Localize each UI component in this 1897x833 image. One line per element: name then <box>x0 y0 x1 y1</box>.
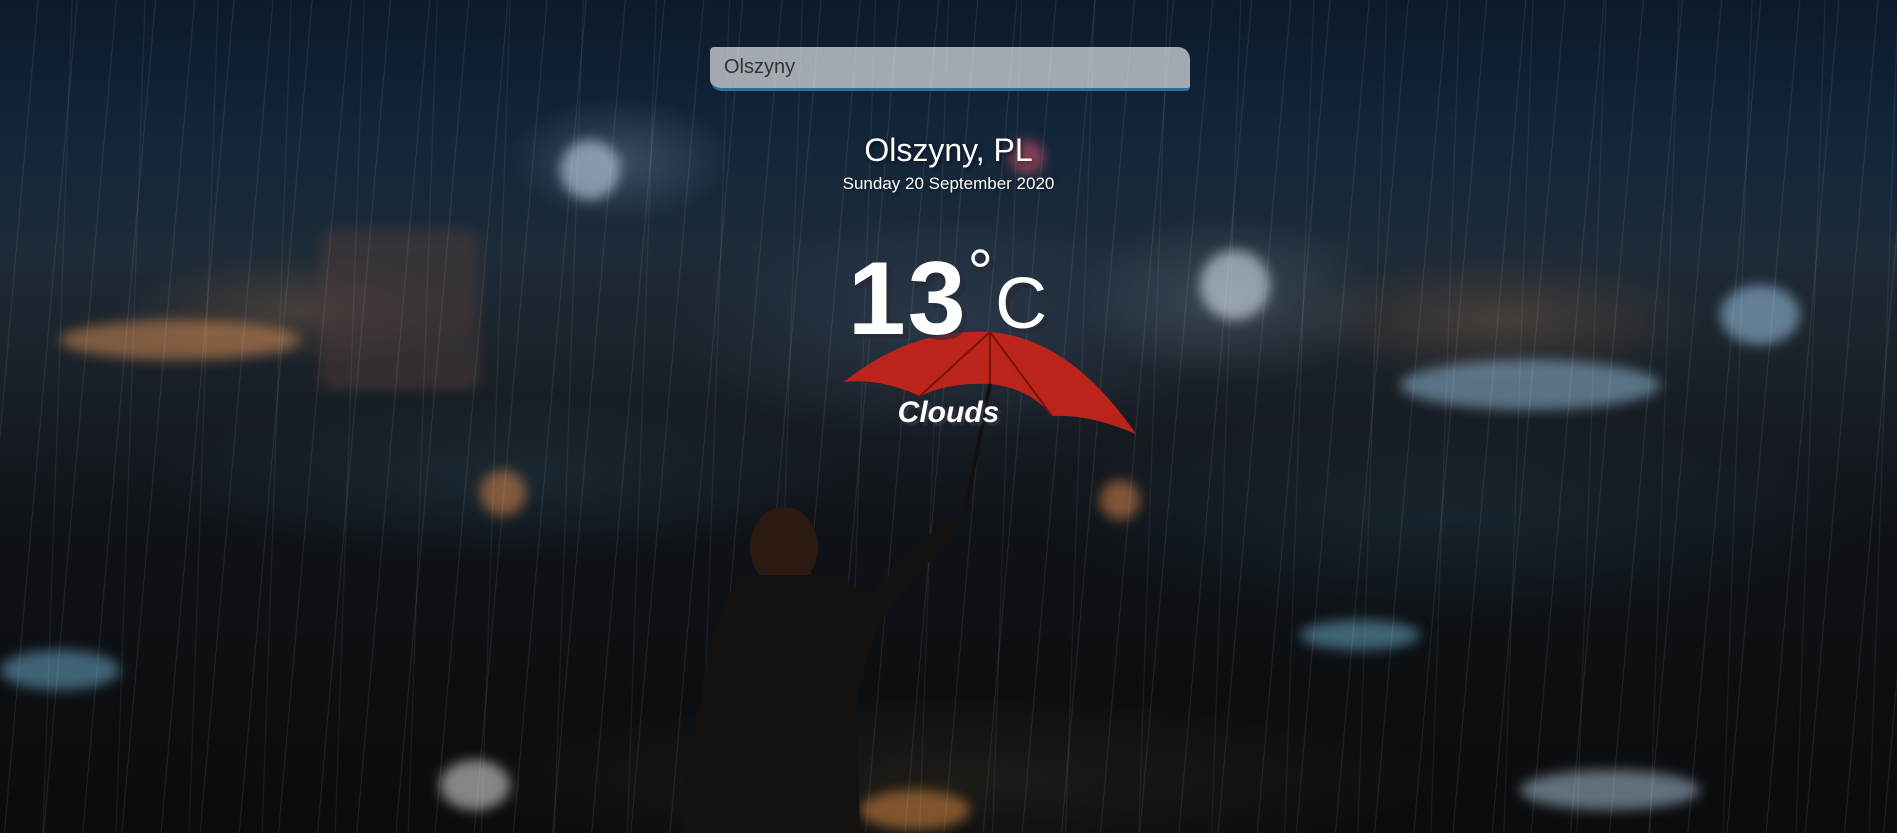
degree-symbol: ° <box>967 236 996 308</box>
weather-app: Olszyny, PL Sunday 20 September 2020 13°… <box>0 0 1897 833</box>
search-box <box>710 47 1190 91</box>
current-date: Sunday 20 September 2020 <box>842 174 1055 193</box>
location-search-input[interactable] <box>710 47 1190 91</box>
bokeh-light <box>1300 620 1420 650</box>
temperature-unit: C <box>995 264 1050 344</box>
person-body <box>680 515 960 833</box>
bokeh-light <box>0 650 120 690</box>
temperature-display: 13°C <box>0 240 1897 351</box>
bokeh-light <box>1520 770 1700 810</box>
bokeh-light <box>480 470 526 516</box>
temperature-value: 13 <box>847 241 968 357</box>
location-name: Olszyny, PL <box>864 132 1033 168</box>
weather-condition: Clouds <box>897 396 1000 429</box>
bokeh-light <box>440 760 510 810</box>
person-silhouette <box>680 507 960 833</box>
